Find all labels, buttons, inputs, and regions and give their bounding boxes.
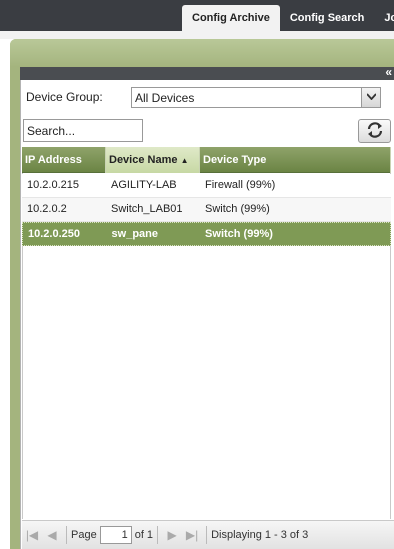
separator	[66, 526, 67, 544]
last-page-icon[interactable]: ▶|	[182, 528, 202, 542]
separator	[206, 526, 208, 544]
column-header-device-name[interactable]: Device Name ▲	[106, 147, 200, 173]
tab-config-search[interactable]: Config Search	[280, 5, 375, 31]
collapse-left-icon[interactable]: «	[385, 65, 392, 79]
device-group-value: All Devices	[135, 91, 195, 105]
refresh-icon	[366, 121, 384, 141]
cell-device-type: Switch (99%)	[205, 228, 273, 240]
previous-page-icon[interactable]: ◀	[42, 528, 62, 542]
search-input[interactable]: Search...	[23, 119, 143, 142]
refresh-button[interactable]	[358, 119, 391, 143]
cell-device-type: Switch (99%)	[205, 203, 270, 215]
cell-ip-address: 10.2.0.215	[27, 179, 79, 191]
tab-bar: Config Archive Config Search Jo	[182, 5, 394, 31]
chevron-down-icon[interactable]	[361, 88, 380, 107]
cell-device-name: sw_pane	[111, 228, 159, 240]
device-grid-header: IP Address Device Name ▲ Device Type	[22, 147, 391, 173]
first-page-icon[interactable]: |◀	[22, 528, 42, 542]
cell-device-name: Switch_LAB01	[111, 203, 183, 215]
pagination-toolbar: |◀ ◀ Page 1 of 1 ▶ ▶| Displaying 1 - 3 o…	[22, 520, 394, 549]
next-page-icon[interactable]: ▶	[162, 528, 182, 542]
tab-config-archive[interactable]: Config Archive	[182, 5, 280, 31]
page-number-input[interactable]: 1	[99, 526, 132, 544]
table-row[interactable]: 10.2.0.215 AGILITY-LAB Firewall (99%)	[22, 174, 391, 198]
page-count-label: of 1	[134, 529, 154, 541]
sort-ascending-icon: ▲	[180, 156, 189, 165]
device-list-panel-header: «	[20, 65, 394, 80]
tab-content-strip	[0, 31, 394, 39]
tab-jobs[interactable]: Jo	[374, 5, 394, 31]
cell-device-type: Firewall (99%)	[205, 179, 276, 191]
table-row-selected[interactable]: 10.2.0.250 sw_pane Switch (99%)	[22, 222, 391, 246]
device-grid-rows: 10.2.0.215 AGILITY-LAB Firewall (99%) 10…	[22, 174, 391, 246]
column-header-device-type[interactable]: Device Type	[200, 147, 391, 173]
device-group-label: Device Group:	[26, 90, 103, 104]
column-header-device-name-label: Device Name	[109, 154, 178, 166]
cell-ip-address: 10.2.0.2	[27, 203, 67, 215]
content-panel-header	[10, 39, 394, 67]
page-label: Page	[71, 529, 97, 541]
table-row[interactable]: 10.2.0.2 Switch_LAB01 Switch (99%)	[22, 198, 391, 222]
column-header-ip-address[interactable]: IP Address	[22, 147, 106, 173]
cell-device-name: AGILITY-LAB	[111, 179, 177, 191]
display-count-text: Displaying 1 - 3 of 3	[211, 529, 309, 541]
device-group-select[interactable]: All Devices	[131, 87, 381, 108]
cell-ip-address: 10.2.0.250	[28, 228, 80, 240]
top-navigation-bar: Config Archive Config Search Jo	[0, 0, 394, 31]
separator	[157, 526, 159, 544]
